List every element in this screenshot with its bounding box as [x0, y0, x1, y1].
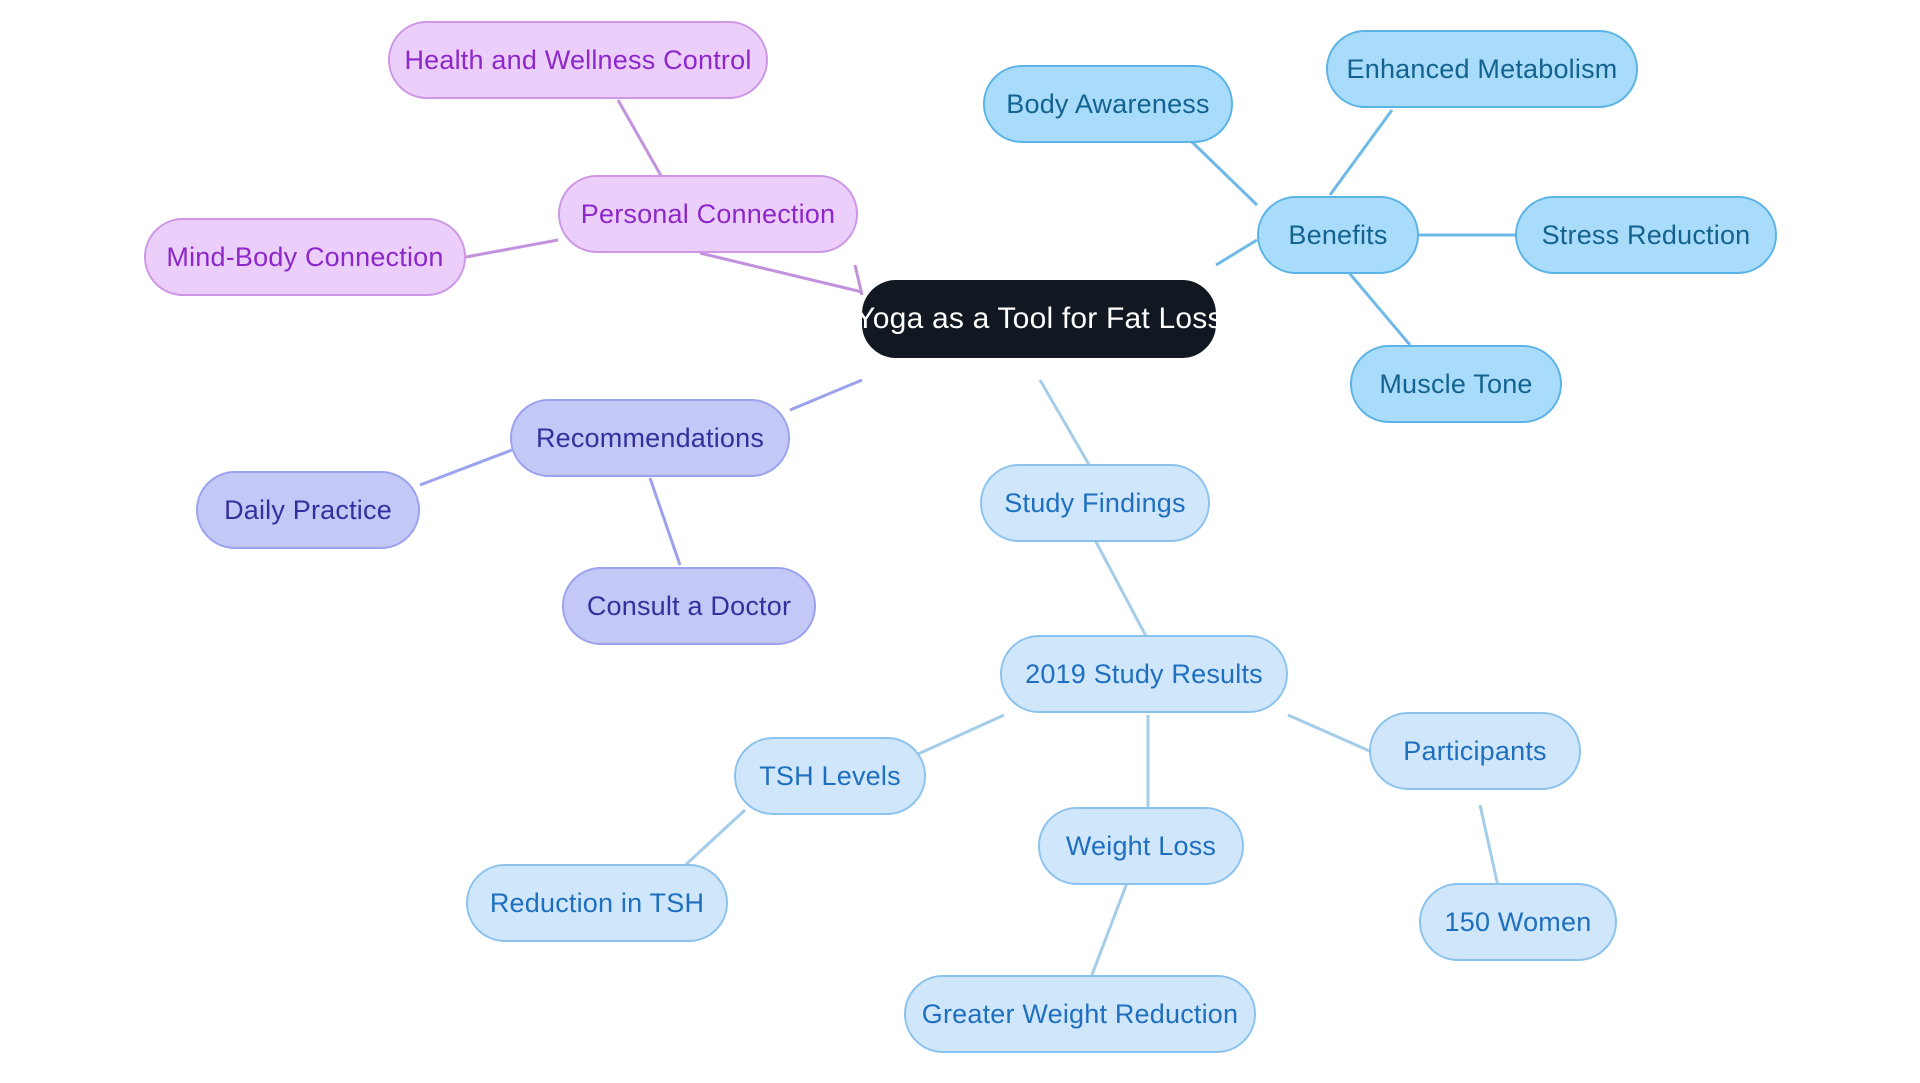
edge-tsh-levels-reduction: [678, 808, 747, 872]
node-consult-a-doctor-label: Consult a Doctor: [586, 590, 792, 621]
node-personal-connection-label: Personal Connection: [580, 198, 836, 229]
node-reduction-in-tsh[interactable]: Reduction in TSH: [466, 864, 728, 942]
edge-root-benefits: [1215, 238, 1258, 267]
node-recommendations-label: Recommendations: [535, 422, 765, 453]
edge-recommendations-consult-doctor: [648, 477, 682, 566]
edge-root-personal: [699, 251, 863, 294]
node-2019-study-results-label: 2019 Study Results: [1025, 658, 1263, 689]
node-root-label: Yoga as a Tool for Fat Loss: [855, 302, 1223, 335]
node-participants-label: Participants: [1403, 735, 1547, 766]
mindmap-canvas: Yoga as a Tool for Fat Loss Health and W…: [0, 0, 1920, 1083]
edge-root-study-findings: [1038, 379, 1097, 476]
node-health-and-wellness-control[interactable]: Health and Wellness Control: [388, 21, 768, 99]
node-stress-reduction[interactable]: Stress Reduction: [1515, 196, 1777, 274]
node-150-women[interactable]: 150 Women: [1419, 883, 1617, 961]
node-benefits-label: Benefits: [1288, 219, 1388, 250]
node-root[interactable]: Yoga as a Tool for Fat Loss: [855, 280, 1222, 358]
edge-benefits-body-awareness: [1188, 138, 1259, 207]
node-study-findings[interactable]: Study Findings: [980, 464, 1210, 542]
edge-benefits-muscle-tone: [1343, 267, 1412, 346]
node-2019-study-results[interactable]: 2019 Study Results: [1000, 635, 1288, 713]
edge-recommendations-daily-practice: [419, 448, 513, 487]
node-study-findings-label: Study Findings: [1004, 487, 1186, 518]
edge-benefits-enhanced-metabolism: [1328, 109, 1394, 196]
node-participants[interactable]: Participants: [1369, 712, 1581, 790]
node-weight-loss-label: Weight Loss: [1065, 830, 1217, 861]
node-enhanced-metabolism-label: Enhanced Metabolism: [1346, 53, 1618, 84]
node-weight-loss[interactable]: Weight Loss: [1038, 807, 1244, 885]
node-mind-body-connection-label: Mind-Body Connection: [166, 241, 444, 272]
node-daily-practice[interactable]: Daily Practice: [196, 471, 420, 549]
edge-personal-mind-body: [465, 238, 559, 259]
node-consult-a-doctor[interactable]: Consult a Doctor: [562, 567, 816, 645]
edge-root-personal-connection: [853, 264, 864, 296]
node-personal-connection[interactable]: Personal Connection: [558, 175, 858, 253]
node-tsh-levels[interactable]: TSH Levels: [734, 737, 926, 815]
node-greater-weight-reduction-label: Greater Weight Reduction: [921, 998, 1239, 1029]
node-benefits[interactable]: Benefits: [1257, 196, 1419, 274]
edge-study-findings-2019: [1093, 539, 1150, 641]
node-body-awareness[interactable]: Body Awareness: [983, 65, 1233, 143]
edge-participants-150-women: [1478, 804, 1502, 896]
node-muscle-tone[interactable]: Muscle Tone: [1350, 345, 1562, 423]
node-enhanced-metabolism[interactable]: Enhanced Metabolism: [1326, 30, 1638, 108]
node-greater-weight-reduction[interactable]: Greater Weight Reduction: [904, 975, 1256, 1053]
edge-2019-tsh-levels: [904, 713, 1005, 762]
edge-weight-loss-greater-reduction: [1088, 874, 1132, 981]
node-150-women-label: 150 Women: [1444, 906, 1592, 937]
node-health-and-wellness-control-label: Health and Wellness Control: [404, 44, 752, 75]
node-muscle-tone-label: Muscle Tone: [1379, 368, 1533, 399]
edge-root-recommendations: [789, 378, 863, 412]
node-reduction-in-tsh-label: Reduction in TSH: [489, 887, 705, 918]
node-recommendations[interactable]: Recommendations: [510, 399, 790, 477]
node-stress-reduction-label: Stress Reduction: [1541, 219, 1751, 250]
node-body-awareness-label: Body Awareness: [1006, 88, 1210, 119]
node-mind-body-connection[interactable]: Mind-Body Connection: [144, 218, 466, 296]
node-daily-practice-label: Daily Practice: [224, 494, 392, 525]
node-tsh-levels-label: TSH Levels: [759, 760, 901, 791]
